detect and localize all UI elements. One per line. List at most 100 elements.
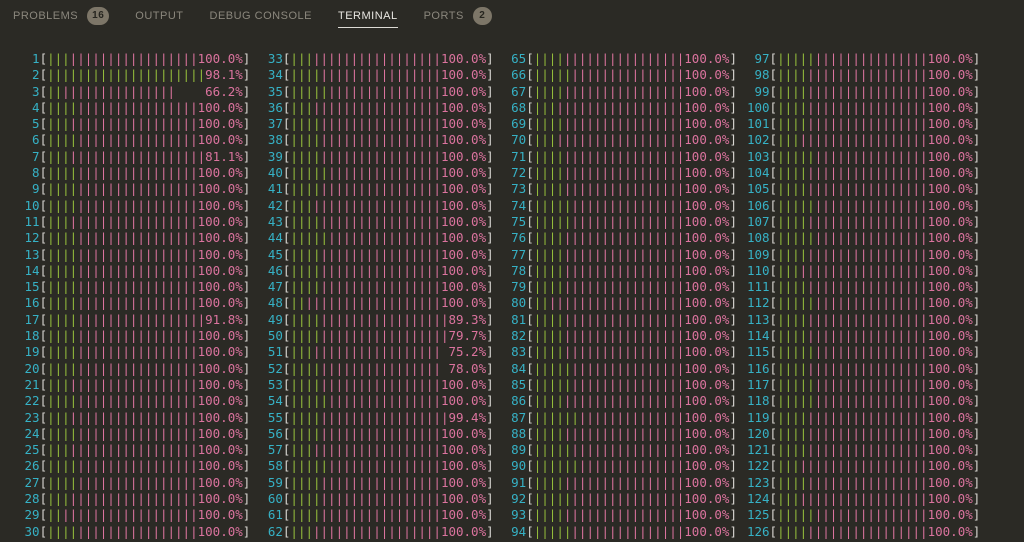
cpu-percentage: 100.0% bbox=[684, 491, 730, 507]
cpu-id: 81 bbox=[511, 311, 527, 327]
meter-open-bracket: [ bbox=[526, 507, 534, 523]
meter-bars-nice: |||| bbox=[47, 523, 78, 539]
meter-bars-busy: |||||||||||||||| bbox=[563, 230, 685, 246]
cpu-meter-row: 59[||||||||||||||||||||100.0%] bbox=[260, 475, 494, 491]
meter-open-bracket: [ bbox=[39, 458, 48, 474]
cpu-id: 60 bbox=[267, 491, 283, 507]
cpu-meter-row: 91[||||||||||||||||||||100.0%] bbox=[504, 475, 737, 491]
meter-open-bracket: [ bbox=[526, 197, 534, 213]
cpu-percentage: 100.0% bbox=[440, 230, 487, 246]
tab-terminal[interactable]: TERMINAL bbox=[337, 0, 398, 32]
meter-bars-busy: |||||||||||||||| bbox=[77, 344, 198, 360]
meter-bars-busy: ||||||||||||||| bbox=[571, 67, 685, 83]
terminal-panel[interactable]: 1[||||||||||||||||||||100.0%] 2[|||||||||… bbox=[0, 32, 1024, 540]
cpu-percentage: 100.0% bbox=[684, 376, 730, 392]
meter-bars-nice: ||| bbox=[47, 116, 70, 132]
meter-bars-nice: |||| bbox=[47, 474, 78, 490]
meter-close-bracket: ] bbox=[972, 344, 981, 360]
meter-close-bracket: ] bbox=[486, 99, 494, 115]
cpu-percentage: 100.0% bbox=[440, 51, 487, 66]
cpu-percentage: 100.0% bbox=[684, 181, 730, 197]
cpu-id: 65 bbox=[511, 51, 527, 66]
meter-bars-busy: |||||||||||||||||| bbox=[62, 507, 198, 523]
tab-ports[interactable]: PORTS 2 bbox=[424, 0, 492, 32]
cpu-meter-row: 102[||||||||||||||||||||100.0%] bbox=[747, 132, 980, 148]
meter-close-bracket: ] bbox=[972, 132, 981, 148]
meter-open-bracket: [ bbox=[39, 523, 48, 539]
cpu-meter-row: 36[||||||||||||||||||||100.0%] bbox=[260, 99, 494, 116]
cpu-id: 19 bbox=[24, 344, 40, 360]
meter-open-bracket: [ bbox=[769, 279, 778, 295]
tab-debug-console[interactable]: DEBUG CONSOLE bbox=[210, 0, 312, 32]
cpu-id: 78 bbox=[511, 262, 527, 278]
meter-open-bracket: [ bbox=[769, 181, 778, 197]
tab-output[interactable]: OUTPUT bbox=[135, 0, 183, 32]
meter-bars-busy: ||||||||||||||| bbox=[814, 507, 928, 523]
cpu-id: 53 bbox=[267, 376, 283, 392]
meter-open-bracket: [ bbox=[526, 442, 534, 458]
cpu-percentage: 100.0% bbox=[927, 458, 973, 474]
cpu-percentage: 100.0% bbox=[927, 360, 973, 376]
meter-bars-nice: ||||| bbox=[533, 376, 572, 392]
cpu-percentage: 100.0% bbox=[440, 165, 487, 181]
tab-problems[interactable]: PROBLEMS 16 bbox=[13, 0, 110, 32]
meter-bars-busy: ||||||||||||||| bbox=[328, 393, 441, 409]
cpu-meter-row: 70[||||||||||||||||||||100.0%] bbox=[504, 132, 737, 148]
cpu-id: 114 bbox=[746, 328, 770, 344]
cpu-id: 116 bbox=[746, 360, 770, 376]
meter-close-bracket: ] bbox=[729, 116, 737, 132]
meter-bars-nice: ||||| bbox=[777, 295, 815, 311]
meter-close-bracket: ] bbox=[486, 295, 494, 311]
meter-bars-busy: |||||||||||||||| bbox=[563, 83, 685, 99]
meter-close-bracket: ] bbox=[486, 197, 494, 213]
meter-bars-busy: |||||||||||||||||| bbox=[305, 295, 441, 311]
cpu-id: 11 bbox=[24, 213, 40, 229]
meter-bars-busy: |||||||||||||||| bbox=[320, 181, 441, 197]
cpu-percentage: 100.0% bbox=[927, 425, 973, 441]
meter-close-bracket: ] bbox=[729, 83, 737, 99]
meter-close-bracket: ] bbox=[242, 230, 251, 246]
meter-bars-busy: ||||||||||||||||| bbox=[320, 409, 449, 425]
meter-open-bracket: [ bbox=[526, 458, 534, 474]
meter-open-bracket: [ bbox=[526, 474, 534, 490]
cpu-meter-row: 44[||||||||||||||||||||100.0%] bbox=[260, 230, 494, 246]
cpu-percentage: 100.0% bbox=[197, 279, 243, 295]
cpu-id: 85 bbox=[511, 376, 527, 392]
cpu-percentage: 100.0% bbox=[927, 279, 973, 295]
cpu-percentage: 100.0% bbox=[197, 442, 243, 458]
meter-bars-nice: ||||| bbox=[777, 344, 815, 360]
meter-bars-busy: |||||||||||||||| bbox=[807, 181, 928, 197]
meter-close-bracket: ] bbox=[972, 51, 981, 66]
meter-open-bracket: [ bbox=[769, 311, 778, 327]
meter-bars-nice: ||||| bbox=[777, 51, 815, 66]
cpu-id: 46 bbox=[267, 262, 283, 278]
meter-close-bracket: ] bbox=[486, 213, 494, 229]
meter-bars-nice: || bbox=[47, 507, 63, 523]
cpu-id: 117 bbox=[746, 376, 770, 392]
cpu-percentage: 100.0% bbox=[684, 344, 730, 360]
meter-bars-nice: |||| bbox=[533, 344, 564, 360]
cpu-percentage: 100.0% bbox=[927, 295, 973, 311]
meter-open-bracket: [ bbox=[39, 116, 48, 132]
meter-open-bracket: [ bbox=[526, 262, 534, 278]
cpu-meter-row: 22[||||||||||||||||||||100.0%] bbox=[17, 393, 251, 409]
cpu-meter-row: 54[||||||||||||||||||||100.0%] bbox=[260, 393, 494, 409]
meter-close-bracket: ] bbox=[242, 295, 251, 311]
cpu-meter-row: 30[||||||||||||||||||||100.0%] bbox=[17, 523, 251, 540]
meter-bars-busy: |||||||||||||||| bbox=[77, 181, 198, 197]
meter-close-bracket: ] bbox=[242, 507, 251, 523]
cpu-percentage: 100.0% bbox=[684, 99, 730, 115]
cpu-percentage: 100.0% bbox=[440, 181, 487, 197]
cpu-id: 62 bbox=[267, 523, 283, 539]
cpu-id: 50 bbox=[267, 328, 283, 344]
meter-open-bracket: [ bbox=[769, 425, 778, 441]
meter-bars-nice: |||| bbox=[777, 213, 808, 229]
meter-close-bracket: ] bbox=[242, 181, 251, 197]
cpu-percentage: 100.0% bbox=[684, 83, 730, 99]
meter-close-bracket: ] bbox=[242, 376, 251, 392]
meter-close-bracket: ] bbox=[486, 148, 494, 164]
cpu-id: 21 bbox=[24, 376, 40, 392]
cpu-percentage: 100.0% bbox=[684, 213, 730, 229]
cpu-id: 67 bbox=[511, 83, 527, 99]
cpu-meter-row: 67[||||||||||||||||||||100.0%] bbox=[504, 84, 737, 100]
